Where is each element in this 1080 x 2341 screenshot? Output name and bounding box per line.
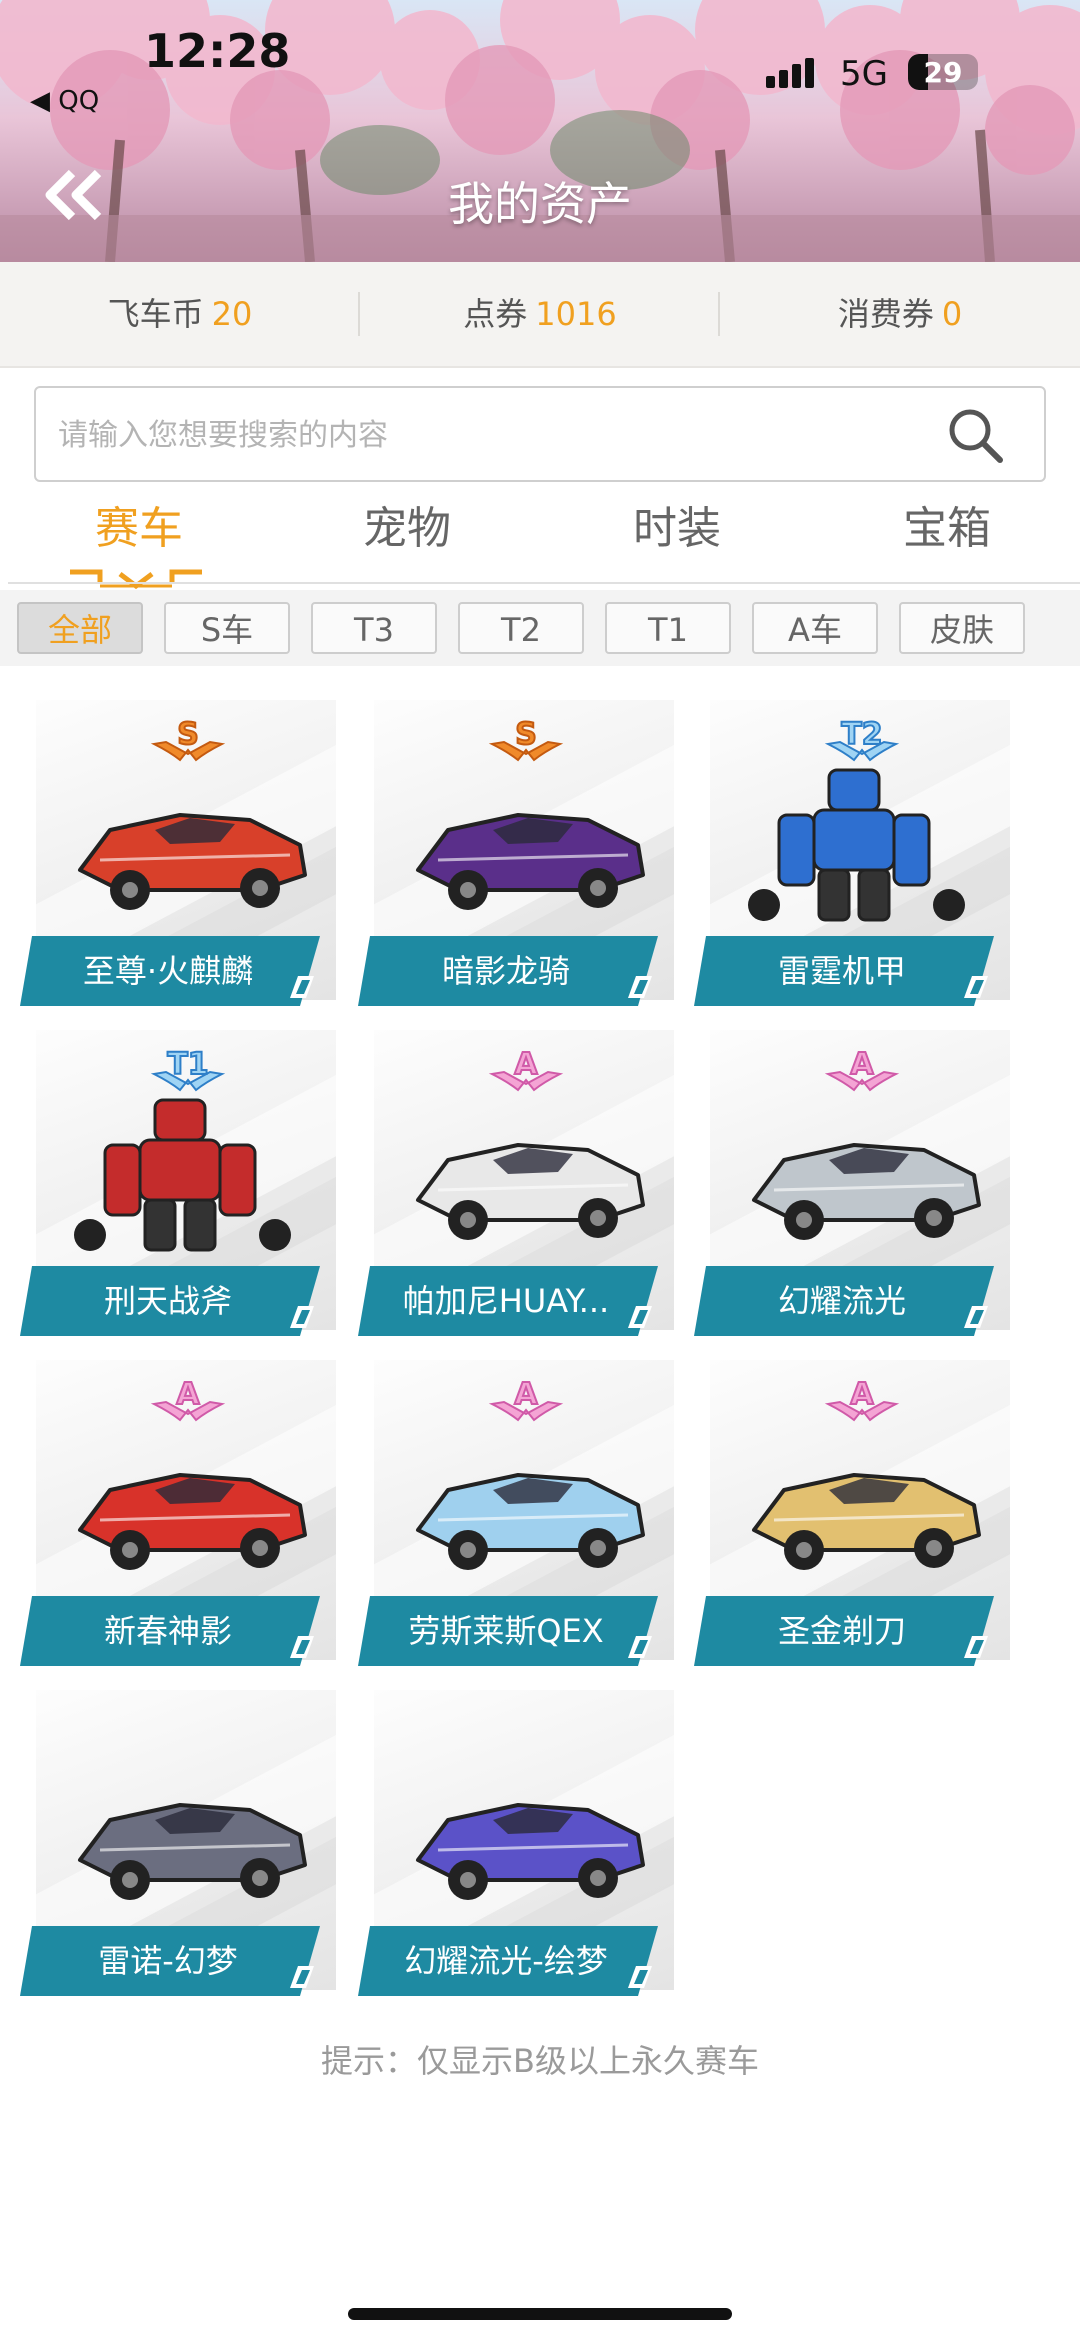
back-to-qq-link[interactable]: ◀ QQ — [30, 86, 99, 116]
svg-text:A: A — [514, 1047, 538, 1082]
home-indicator — [348, 2308, 732, 2320]
currency-value: 1016 — [535, 295, 617, 333]
car-card[interactable]: A 帕加尼HUAY... — [358, 1030, 678, 1340]
currency-value: 0 — [941, 295, 963, 333]
currency-points: 点券 1016 — [360, 262, 720, 366]
svg-text:S: S — [177, 717, 199, 752]
car-card[interactable]: T2 雷霆机甲 — [694, 700, 1014, 1010]
car-card[interactable]: A 新春神影 — [20, 1360, 340, 1670]
renault-dream-car-icon — [78, 1803, 307, 1900]
car-card[interactable]: 雷诺-幻梦 — [20, 1690, 340, 2000]
corner-mark-icon — [628, 976, 652, 998]
thunder-mecha-icon — [748, 768, 965, 922]
corner-mark-icon — [628, 1306, 652, 1328]
currency-voucher: 消费券 0 — [720, 262, 1080, 366]
search-icon[interactable] — [946, 406, 1004, 464]
header-banner: 12:28 ◀ QQ 5G 29 我的资产 — [0, 0, 1080, 262]
corner-mark-icon — [964, 976, 988, 998]
rank-a-badge-icon: A — [488, 1046, 564, 1092]
car-card[interactable]: A 圣金剃刀 — [694, 1360, 1014, 1670]
svg-text:A: A — [176, 1377, 200, 1412]
svg-text:T2: T2 — [841, 717, 882, 752]
corner-mark-icon — [964, 1306, 988, 1328]
hint-text: 提示：仅显示B级以上永久赛车 — [321, 2042, 759, 2080]
corner-mark-icon — [964, 1636, 988, 1658]
corner-mark-icon — [290, 1636, 314, 1658]
currency-label: 飞车币 — [107, 295, 204, 333]
currency-bar: 飞车币 20 点券 1016 消费券 0 — [0, 262, 1080, 368]
rank-s-badge-icon: S — [150, 716, 226, 762]
pagani-car-icon — [416, 1143, 645, 1240]
car-name: 暗影龙骑 — [441, 952, 570, 990]
golden-razor-car-icon — [752, 1473, 981, 1570]
filter-a-car[interactable]: A车 — [752, 602, 878, 654]
rank-a-badge-icon: A — [824, 1046, 900, 1092]
car-name: 雷霆机甲 — [777, 952, 906, 990]
tab-racing-cars[interactable]: 赛车 — [4, 494, 274, 564]
svg-text:A: A — [850, 1377, 874, 1412]
car-card[interactable]: A 劳斯莱斯QEX — [358, 1360, 678, 1670]
corner-mark-icon — [628, 1966, 652, 1988]
rank-a-badge-icon: A — [488, 1376, 564, 1422]
signal-icon — [766, 58, 814, 88]
tab-treasure-chest[interactable]: 宝箱 — [812, 494, 1080, 564]
rank-a-badge-icon: A — [824, 1376, 900, 1422]
battery-icon: 29 — [908, 54, 978, 90]
search-input[interactable] — [56, 388, 940, 482]
filter-all[interactable]: 全部 — [17, 602, 143, 654]
rolls-royce-car-icon — [416, 1473, 645, 1570]
fire-qilin-car-icon — [78, 813, 307, 910]
svg-text:S: S — [515, 717, 537, 752]
rank-t2-badge-icon: T2 — [824, 716, 900, 762]
filter-bar: 全部 S车 T3 T2 T1 A车 皮肤 — [0, 590, 1080, 666]
currency-fcoin: 飞车币 20 — [0, 262, 360, 366]
page-title: 我的资产 — [448, 177, 632, 231]
streamer-dream-car-icon — [416, 1803, 645, 1900]
filter-s-car[interactable]: S车 — [164, 602, 290, 654]
rank-t1-badge-icon: T1 — [150, 1046, 226, 1092]
car-card[interactable]: 幻耀流光-绘梦 — [358, 1690, 678, 2000]
svg-text:A: A — [850, 1047, 874, 1082]
currency-value: 20 — [211, 295, 253, 333]
svg-text:T1: T1 — [167, 1047, 208, 1082]
corner-mark-icon — [290, 976, 314, 998]
corner-mark-icon — [290, 1306, 314, 1328]
filter-skin[interactable]: 皮肤 — [899, 602, 1025, 654]
tab-pets[interactable]: 宠物 — [272, 494, 542, 564]
xingtian-axe-mecha-icon — [74, 1098, 291, 1252]
tabs-divider — [8, 582, 1080, 584]
corner-mark-icon — [290, 1966, 314, 1988]
tab-fashion[interactable]: 时装 — [542, 494, 812, 564]
battery-level: 29 — [923, 56, 963, 89]
filter-t1[interactable]: T1 — [605, 602, 731, 654]
currency-label: 点券 — [463, 295, 528, 333]
search-box — [34, 386, 1046, 482]
car-card[interactable]: S 暗影龙骑 — [358, 700, 678, 1010]
car-name: 劳斯莱斯QEX — [408, 1612, 604, 1650]
svg-text:A: A — [514, 1377, 538, 1412]
car-name: 新春神影 — [103, 1612, 232, 1650]
car-name: 至尊·火麒麟 — [82, 952, 254, 990]
car-name: 幻耀流光 — [777, 1282, 906, 1320]
car-name: 雷诺-幻梦 — [98, 1942, 238, 1980]
shadow-dragon-car-icon — [416, 813, 645, 910]
car-name: 幻耀流光-绘梦 — [404, 1942, 608, 1980]
rank-a-badge-icon: A — [150, 1376, 226, 1422]
streamer-car-icon — [752, 1143, 981, 1240]
network-type: 5G — [840, 54, 888, 94]
car-card[interactable]: T1 刑天战斧 — [20, 1030, 340, 1340]
car-card[interactable]: A 幻耀流光 — [694, 1030, 1014, 1340]
filter-t3[interactable]: T3 — [311, 602, 437, 654]
rank-s-badge-icon: S — [488, 716, 564, 762]
car-name: 刑天战斧 — [103, 1282, 232, 1320]
car-name: 圣金剃刀 — [777, 1612, 906, 1650]
status-time: 12:28 — [144, 24, 291, 78]
corner-mark-icon — [628, 1636, 652, 1658]
active-tab-indicator — [70, 569, 202, 590]
spring-shadow-car-icon — [78, 1473, 307, 1570]
car-card[interactable]: S 至尊·火麒麟 — [20, 700, 340, 1010]
currency-label: 消费券 — [837, 295, 934, 333]
car-name: 帕加尼HUAY... — [402, 1282, 610, 1320]
filter-t2[interactable]: T2 — [458, 602, 584, 654]
